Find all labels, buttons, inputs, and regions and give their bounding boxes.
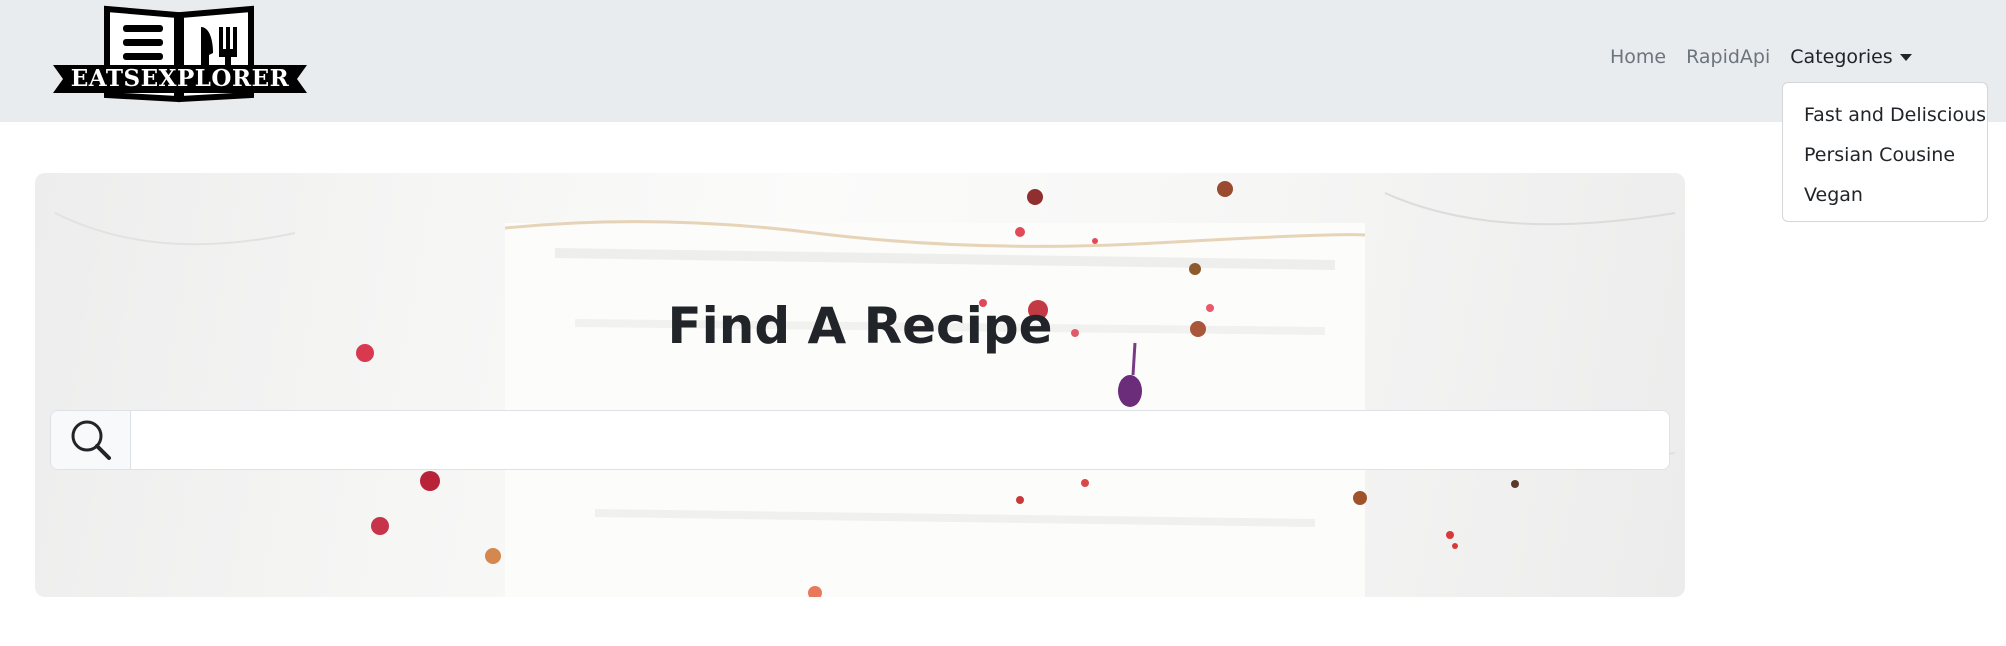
search-button[interactable] — [51, 411, 131, 469]
hero-title: Find A Recipe — [667, 297, 1053, 355]
hero-background-image — [54, 181, 1676, 597]
navbar: EATSEXPLORER Home RapidApi Categories — [0, 0, 2006, 122]
search-icon — [71, 420, 111, 460]
nav-home-link[interactable]: Home — [1610, 46, 1666, 68]
search-input[interactable] — [131, 411, 1669, 469]
dropdown-item-persian-cousine[interactable]: Persian Cousine — [1783, 135, 1987, 175]
nav-links: Home RapidApi Categories — [1610, 42, 1912, 72]
caret-down-icon — [1899, 54, 1912, 61]
categories-label: Categories — [1790, 46, 1893, 68]
categories-dropdown-menu: Fast and Deliscious Persian Cousine Vega… — [1782, 82, 1988, 222]
hero-banner: Find A Recipe — [35, 173, 1685, 597]
nav-categories-dropdown[interactable]: Categories — [1790, 46, 1912, 68]
dropdown-item-vegan[interactable]: Vegan — [1783, 175, 1987, 215]
brand-logo[interactable]: EATSEXPLORER — [49, 3, 311, 107]
search-bar — [50, 410, 1670, 470]
dropdown-item-fast-and-deliscious[interactable]: Fast and Deliscious — [1783, 95, 1987, 135]
logo-text: EATSEXPLORER — [70, 65, 290, 92]
nav-rapidapi-link[interactable]: RapidApi — [1686, 46, 1770, 68]
